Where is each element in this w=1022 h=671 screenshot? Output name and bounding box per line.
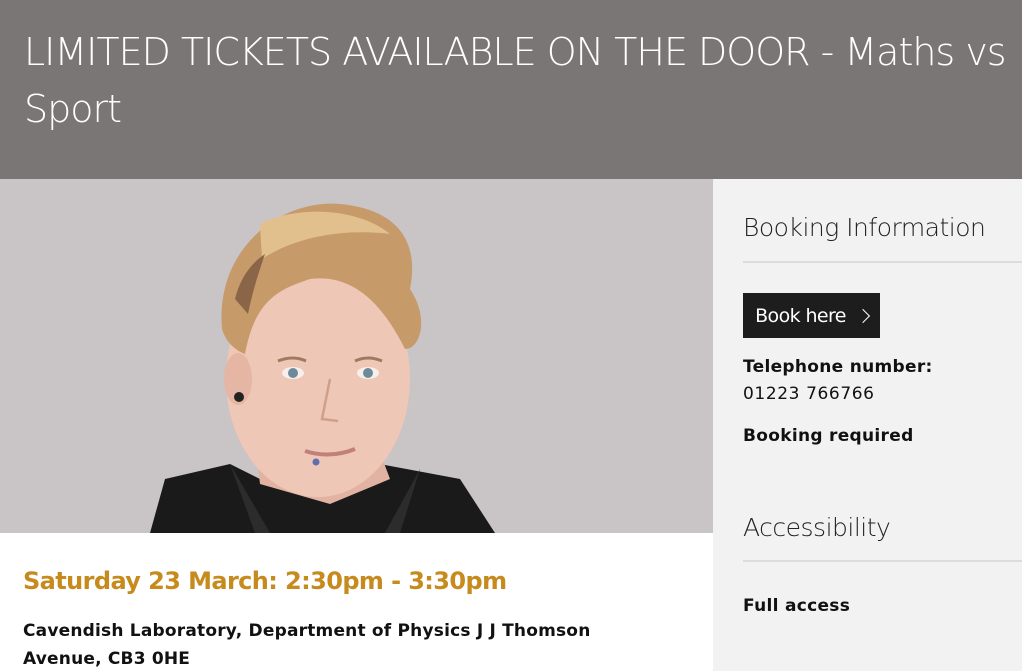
booking-divider bbox=[743, 261, 1022, 263]
event-date-time: Saturday 23 March: 2:30pm - 3:30pm bbox=[23, 567, 507, 595]
accessibility-value: Full access bbox=[743, 596, 851, 616]
event-location: Cavendish Laboratory, Department of Phys… bbox=[23, 621, 591, 669]
booking-sidebar: Booking Information Book here Telephone … bbox=[713, 179, 1022, 671]
page-header: LIMITED TICKETS AVAILABLE ON THE DOOR - … bbox=[0, 0, 1022, 179]
page-title: LIMITED TICKETS AVAILABLE ON THE DOOR - … bbox=[24, 30, 1007, 131]
book-here-label: Book here bbox=[755, 304, 846, 327]
booking-required-note: Booking required bbox=[743, 426, 914, 446]
book-here-button[interactable]: Book here bbox=[743, 293, 880, 338]
telephone-label: Telephone number: bbox=[743, 357, 933, 377]
event-details: Saturday 23 March: 2:30pm - 3:30pm Caven… bbox=[0, 533, 713, 671]
accessibility-divider bbox=[743, 560, 1022, 562]
telephone-number: 01223 766766 bbox=[743, 384, 875, 404]
speaker-portrait-image bbox=[0, 179, 713, 533]
event-photo bbox=[0, 179, 713, 533]
accessibility-heading: Accessibility bbox=[743, 513, 891, 542]
booking-information-heading: Booking Information bbox=[743, 213, 986, 242]
chevron-right-icon bbox=[855, 308, 870, 323]
